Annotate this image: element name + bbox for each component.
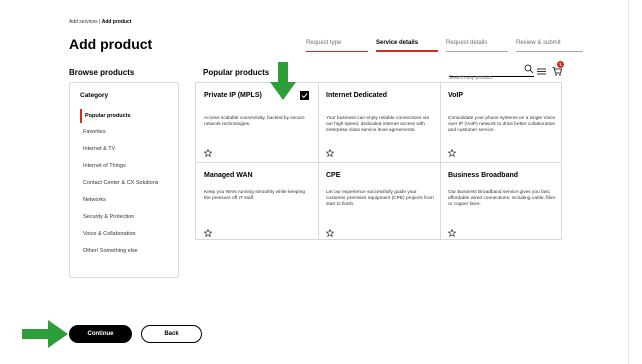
step-request-details: Request details [446,40,508,52]
star-icon[interactable] [204,229,212,237]
star-icon[interactable] [448,229,456,237]
category-item-security-protection[interactable]: Security & Protection [80,213,176,221]
product-grid: Private IP (MPLS) Access scalable connec… [195,82,562,240]
category-panel: Category Popular products Favorites Inte… [69,82,179,278]
product-card-managed-wan[interactable]: Managed WAN Keep you WAN running smoothl… [196,163,318,242]
category-item-contact-center[interactable]: Contact Center & CX Solutions [80,179,176,187]
category-item-voice-collaboration[interactable]: Voice & Collaboration [80,230,176,238]
product-description: Our Business Broadband service gives you… [448,190,556,208]
product-title: VoIP [448,92,464,99]
list-icon[interactable] [537,68,546,75]
page-title: Add product [69,36,153,52]
breadcrumb: Add services | Add product [69,19,131,25]
search-icon[interactable] [524,64,534,74]
progress-steps: Request type Service details Request det… [306,40,583,52]
category-heading: Category [80,92,109,99]
back-button[interactable]: Back [141,325,202,343]
browse-products-title: Browse products [69,68,135,77]
product-card-internet-dedicated[interactable]: Internet Dedicated Your business can enj… [318,83,440,162]
continue-button[interactable]: Continue [69,325,132,343]
product-description: Your business can enjoy reliable connect… [326,116,430,134]
step-service-details[interactable]: Service details [376,40,438,52]
page-edge-divider [628,0,629,364]
product-description: Let our experience successfully guide yo… [326,190,434,208]
product-title: CPE [326,172,341,179]
star-icon[interactable] [326,149,334,157]
product-card-private-ip[interactable]: Private IP (MPLS) Access scalable connec… [196,83,318,162]
step-request-type[interactable]: Request type [306,40,368,52]
search-box [449,64,534,83]
product-description: Keep you WAN running smoothly while keep… [204,190,305,202]
arrow-right-annotation-icon [22,320,68,348]
step-review-submit: Review & submit [516,40,583,52]
breadcrumb-parent[interactable]: Add services [69,19,98,25]
product-card-voip[interactable]: VoIP Consolidate your phone systems on a… [440,83,562,162]
popular-products-title: Popular products [203,68,270,77]
star-icon[interactable] [204,149,212,157]
breadcrumb-current: Add product [101,19,132,25]
product-title: Managed WAN [204,172,253,179]
product-description: Access scalable connectivity, backed by … [204,116,305,128]
star-icon[interactable] [448,149,456,157]
product-description: Consolidate your phone systems on a sing… [448,116,556,134]
product-card-business-broadband[interactable]: Business Broadband Our Business Broadban… [440,163,562,242]
category-item-internet-tv[interactable]: Internet & TV [80,145,176,153]
arrow-down-annotation-icon [270,62,296,100]
product-title: Business Broadband [448,172,519,179]
product-title: Internet Dedicated [326,92,388,99]
cart-badge: 1 [557,61,564,68]
category-item-other[interactable]: Other/ Something else [80,247,176,255]
category-item-networks[interactable]: Networks [80,196,176,204]
category-item-internet-of-things[interactable]: Internet of Things [80,162,176,170]
star-icon[interactable] [326,229,334,237]
product-title: Private IP (MPLS) [204,92,262,99]
checkbox-checked-icon[interactable] [300,91,309,100]
product-card-cpe[interactable]: CPE Let our experience successfully guid… [318,163,440,242]
category-item-favorites[interactable]: Favorites [80,128,176,136]
category-item-popular-products[interactable]: Popular products [80,109,176,123]
